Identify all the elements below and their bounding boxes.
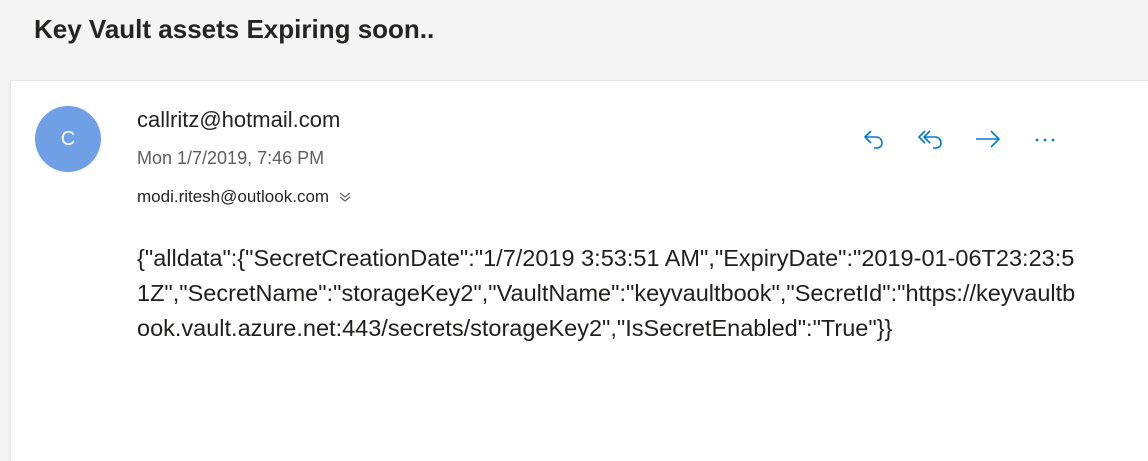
message-body: {"alldata":{"SecretCreationDate":"1/7/20…: [137, 245, 1076, 341]
avatar-initial: C: [60, 127, 76, 150]
reply-button[interactable]: [859, 126, 889, 156]
recipient-address[interactable]: modi.ritesh@outlook.com: [137, 187, 329, 207]
email-subject: Key Vault assets Expiring soon..: [34, 14, 435, 44]
chevron-down-icon[interactable]: [338, 190, 352, 204]
reply-icon: [861, 126, 887, 157]
sender-address[interactable]: callritz@hotmail.com: [137, 107, 340, 133]
more-actions-button[interactable]: [1030, 126, 1060, 156]
sent-date: Mon 1/7/2019, 7:46 PM: [137, 148, 325, 168]
reply-all-icon: [916, 126, 946, 157]
reply-all-button[interactable]: [916, 126, 946, 156]
forward-button[interactable]: [973, 126, 1003, 156]
recipient-row[interactable]: modi.ritesh@outlook.com: [137, 187, 352, 207]
more-actions-icon: [1032, 126, 1058, 157]
message-card: C callritz@hotmail.com Mon 1/7/2019, 7:4…: [10, 80, 1148, 461]
message-actions: [859, 126, 1060, 156]
sender-avatar[interactable]: C: [35, 106, 101, 172]
forward-icon: [973, 126, 1003, 157]
